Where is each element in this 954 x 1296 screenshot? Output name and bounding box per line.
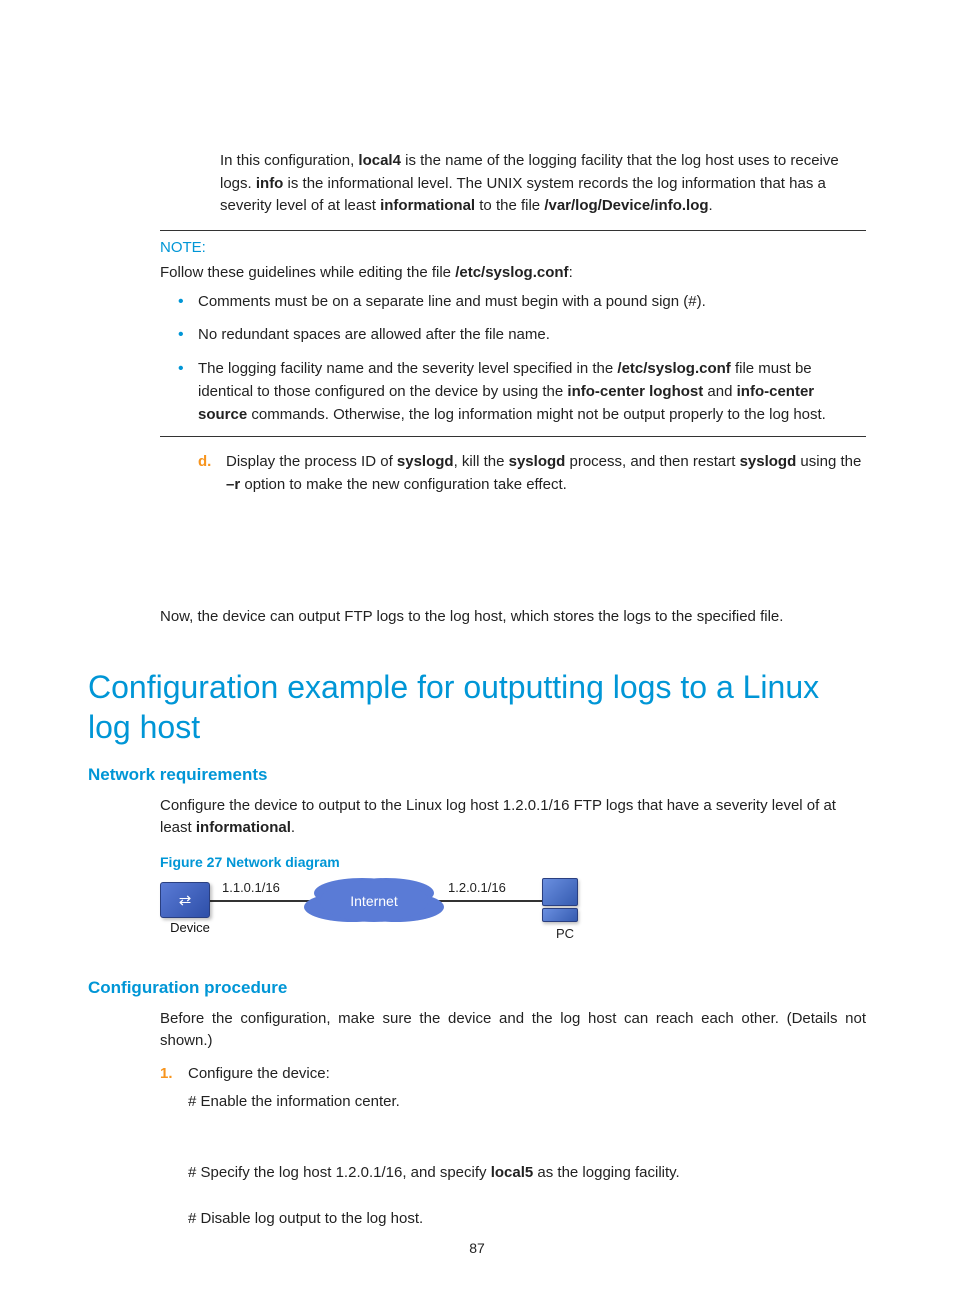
text: Follow these guidelines while editing th… [160,264,455,281]
text: info [256,175,284,192]
note-bullet-list: Comments must be on a separate line and … [178,290,866,426]
text: , kill the [454,453,509,470]
heading-configuration-procedure: Configuration procedure [88,978,866,998]
text: /etc/syslog.conf [455,264,568,281]
text: –r [226,476,240,493]
step-d: d. Display the process ID of syslogd, ki… [198,451,866,496]
text: The logging facility name and the severi… [198,360,617,377]
text: to the file [475,197,544,214]
list-item: No redundant spaces are allowed after th… [178,323,866,346]
text: process, and then restart [565,453,739,470]
substep: # Disable log output to the log host. [188,1208,866,1231]
list-item: The logging facility name and the severi… [178,357,866,427]
pc-label: PC [556,926,574,941]
substep: # Specify the log host 1.2.0.1/16, and s… [188,1162,866,1185]
step-marker: d. [198,451,226,496]
heading-1: Configuration example for outputting log… [88,667,866,747]
text: option to make the new configuration tak… [240,476,567,493]
text: Display the process ID of [226,453,397,470]
text: syslogd [740,453,797,470]
text: In this configuration, [220,152,358,169]
text: informational [196,819,291,836]
network-diagram: ⇄ Device 1.1.0.1/16 Internet 1.2.0.1/16 … [160,876,580,952]
text: . [291,819,295,836]
note-label: NOTE: [160,239,866,256]
heading-network-requirements: Network requirements [88,765,866,785]
netreq-paragraph: Configure the device to output to the Li… [160,795,866,840]
text: and [703,383,736,400]
text: syslogd [397,453,454,470]
text: as the logging facility. [533,1164,679,1181]
confproc-lead: Before the configuration, make sure the … [160,1008,866,1053]
device-label: Device [160,920,220,935]
page-number: 87 [0,1240,954,1256]
text: : [569,264,573,281]
switch-icon: ⇄ [160,882,210,918]
text: local5 [491,1164,534,1181]
closing-paragraph: Now, the device can output FTP logs to t… [160,606,866,629]
figure-caption: Figure 27 Network diagram [160,854,866,870]
step-number: 1. [160,1063,188,1086]
pc-icon [542,878,580,922]
substep: # Enable the information center. [188,1091,866,1114]
ip-right: 1.2.0.1/16 [448,880,506,895]
text: /var/log/Device/info.log [544,197,708,214]
text: using the [796,453,861,470]
note-lead: Follow these guidelines while editing th… [160,262,866,285]
text: informational [380,197,475,214]
step-1: 1. Configure the device: [160,1063,866,1086]
text: . [709,197,713,214]
text: /etc/syslog.conf [617,360,730,377]
cloud-icon: Internet [320,880,428,922]
text: commands. Otherwise, the log information… [247,406,826,423]
ip-left: 1.1.0.1/16 [222,880,280,895]
step-text: Configure the device: [188,1063,330,1086]
list-item: Comments must be on a separate line and … [178,290,866,313]
text: syslogd [509,453,566,470]
text: local4 [358,152,401,169]
step-text: Display the process ID of syslogd, kill … [226,451,866,496]
text: info-center loghost [567,383,703,400]
intro-paragraph: In this configuration, local4 is the nam… [220,150,866,218]
text: # Specify the log host 1.2.0.1/16, and s… [188,1164,491,1181]
